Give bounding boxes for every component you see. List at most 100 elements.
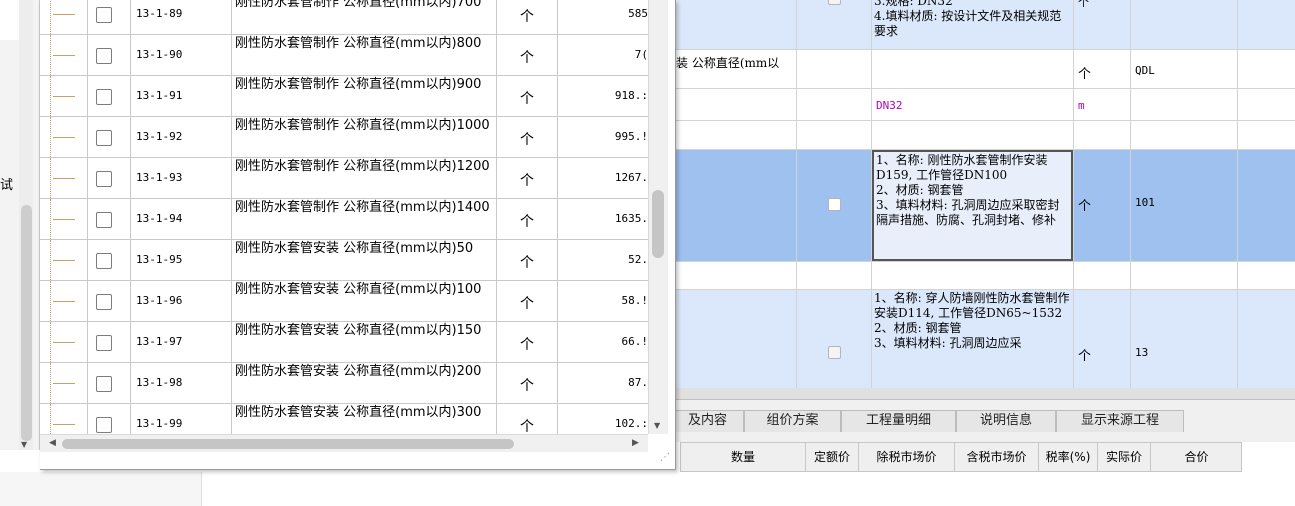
list-item[interactable]: 13-1-94 刚性防水套管制作 公称直径(mm以内)1400 个 1635.	[40, 199, 648, 240]
tab-source-project[interactable]: 显示来源工程	[1056, 410, 1184, 432]
col-header-incl-tax-price[interactable]: 含税市场价	[955, 443, 1039, 471]
col-header-excl-tax-price[interactable]: 除税市场价	[859, 443, 955, 471]
bottom-grid-header: 数量 定额价 除税市场价 含税市场价 税率(%) 实际价 合价	[680, 442, 1242, 472]
tree-line	[50, 117, 51, 157]
name-cell: 刚性防水套管制作 公称直径(mm以内)900	[232, 76, 497, 116]
name-cell: 刚性防水套管安装 公称直径(mm以内)300	[232, 404, 497, 434]
grid-checkbox[interactable]	[828, 0, 841, 5]
tab-pricing-scheme[interactable]: 组价方案	[744, 410, 841, 432]
price-cell: 66.!	[558, 322, 649, 362]
row-checkbox[interactable]	[96, 253, 112, 269]
tree-line	[50, 35, 51, 75]
tree-branch	[53, 260, 75, 261]
left-scrollbar-thumb[interactable]	[21, 205, 32, 441]
grid-cell-rest	[1238, 50, 1295, 88]
tree-branch	[53, 342, 75, 343]
quota-code: 13-1-97	[136, 335, 183, 348]
unit-cell: 个	[497, 199, 558, 239]
quota-unit: 个	[520, 255, 534, 271]
col-header-quota-price[interactable]: 定额价	[806, 443, 859, 471]
quota-code: 13-1-90	[136, 48, 183, 61]
popup-vertical-scrollbar[interactable]: ▼	[648, 0, 668, 434]
list-item[interactable]: 13-1-99 刚性防水套管安装 公称直径(mm以内)300 个 102.:	[40, 404, 648, 434]
grid-checkbox[interactable]	[828, 198, 841, 211]
list-item[interactable]: 13-1-91 刚性防水套管制作 公称直径(mm以内)900 个 918.:	[40, 76, 648, 117]
tree-branch	[53, 178, 75, 179]
tree-branch	[53, 96, 75, 97]
unit-text: 个	[1078, 199, 1092, 214]
scroll-left-icon[interactable]: ◀	[49, 438, 56, 448]
price-cell: 58.!	[558, 281, 649, 321]
popup-horizontal-scrollbar[interactable]: ◀ ▶	[40, 434, 648, 452]
row-checkbox[interactable]	[96, 89, 112, 105]
tree-branch	[53, 424, 75, 425]
splitter[interactable]	[648, 388, 1295, 400]
unit-cell: 个	[497, 322, 558, 362]
row-checkbox[interactable]	[96, 294, 112, 310]
grid-cell-rest	[1238, 121, 1295, 149]
quota-price: 52.	[628, 253, 648, 266]
grid-row[interactable]	[648, 262, 1295, 290]
col-header-total[interactable]: 合价	[1151, 443, 1242, 471]
row-checkbox[interactable]	[96, 417, 112, 433]
tree-connector	[40, 240, 88, 280]
grid-cell-feature[interactable]: 1、名称: 刚性防水套管制作安装D159, 工作管径DN100 2、材质: 钢套…	[872, 150, 1074, 261]
list-item[interactable]: 13-1-96 刚性防水套管安装 公称直径(mm以内)100 个 58.!	[40, 281, 648, 322]
scroll-right-icon[interactable]: ▶	[632, 438, 639, 448]
quota-price: 918.:	[614, 89, 648, 102]
grid-cell-feature: DN32	[872, 89, 1074, 120]
list-item[interactable]: 13-1-98 刚性防水套管安装 公称直径(mm以内)200 个 87.	[40, 363, 648, 404]
left-scroll-down-icon[interactable]: ▼	[21, 440, 27, 449]
quota-name: 刚性防水套管制作 公称直径(mm以内)900	[235, 77, 482, 92]
tree-branch	[53, 219, 75, 220]
grid-row[interactable]	[648, 121, 1295, 150]
quota-name: 刚性防水套管制作 公称直径(mm以内)1000	[235, 118, 490, 133]
resize-grip-icon[interactable]: ⋰	[660, 452, 670, 463]
quota-name: 刚性防水套管制作 公称直径(mm以内)800	[235, 36, 482, 51]
grid-row[interactable]: 1、名称: 穿人防墙刚性防水套管制作安装D114, 工作管径DN65~1532 …	[648, 290, 1295, 388]
row-checkbox[interactable]	[96, 130, 112, 146]
unit-cell: 个	[497, 240, 558, 280]
quota-unit: 个	[520, 132, 534, 148]
tab-description[interactable]: 说明信息	[956, 410, 1056, 432]
scroll-down-icon[interactable]: ▼	[654, 421, 660, 430]
name-cell: 刚性防水套管安装 公称直径(mm以内)50	[232, 240, 497, 280]
tab-quantity-detail[interactable]: 工程量明细	[841, 410, 956, 432]
list-item[interactable]: 13-1-90 刚性防水套管制作 公称直径(mm以内)800 个 7(	[40, 35, 648, 76]
grid-cell-rest	[1238, 290, 1295, 388]
quota-price: 58.!	[621, 294, 649, 307]
unit-text: m	[1078, 99, 1085, 112]
list-item[interactable]: 13-1-97 刚性防水套管安装 公称直径(mm以内)150 个 66.!	[40, 322, 648, 363]
popup-hscroll-thumb[interactable]	[62, 439, 514, 449]
unit-cell: 个	[497, 363, 558, 403]
row-checkbox[interactable]	[96, 376, 112, 392]
row-checkbox[interactable]	[96, 7, 112, 23]
quota-price: 66.!	[621, 335, 649, 348]
grid-row[interactable]: DN32 m	[648, 89, 1295, 121]
list-item[interactable]: 13-1-92 刚性防水套管制作 公称直径(mm以内)1000 个 995.!	[40, 117, 648, 158]
row-checkbox[interactable]	[96, 171, 112, 187]
tree-branch	[53, 55, 75, 56]
list-item[interactable]: 13-1-95 刚性防水套管安装 公称直径(mm以内)50 个 52.	[40, 240, 648, 281]
row-checkbox[interactable]	[96, 212, 112, 228]
tree-connector	[40, 158, 88, 198]
row-checkbox[interactable]	[96, 48, 112, 64]
grid-row[interactable]: 装 公称直径(mm以 个 QDL	[648, 50, 1295, 89]
list-item[interactable]: 13-1-89 刚性防水套管制作 公称直径(mm以内)700 个 585	[40, 0, 648, 35]
grid-checkbox[interactable]	[828, 346, 841, 359]
grid-cell-rest	[1238, 262, 1295, 289]
grid-row[interactable]: 3.规格: DN32 4.填料材质: 按设计文件及相关规范要求 个	[648, 0, 1295, 50]
col-header-tax-rate[interactable]: 税率(%)	[1039, 443, 1098, 471]
col-header-actual-price[interactable]: 实际价	[1098, 443, 1151, 471]
unit-text: 个	[1078, 67, 1092, 82]
feature-text-editor[interactable]: 1、名称: 刚性防水套管制作安装D159, 工作管径DN100 2、材质: 钢套…	[872, 150, 1073, 261]
left-fragment-text: 试	[0, 178, 14, 193]
tab-content[interactable]: 及内容	[672, 410, 744, 432]
col-header-qty[interactable]: 数量	[681, 443, 806, 471]
list-item[interactable]: 13-1-93 刚性防水套管制作 公称直径(mm以内)1200 个 1267.	[40, 158, 648, 199]
tree-line	[50, 240, 51, 280]
grid-row-selected[interactable]: 1、名称: 刚性防水套管制作安装D159, 工作管径DN100 2、材质: 钢套…	[648, 150, 1295, 262]
row-checkbox[interactable]	[96, 335, 112, 351]
tree-branch	[53, 301, 75, 302]
popup-vscroll-thumb[interactable]	[652, 190, 664, 258]
